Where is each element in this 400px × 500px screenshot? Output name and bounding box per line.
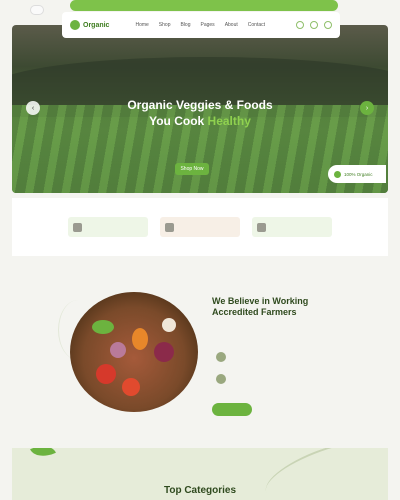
logo-icon (70, 20, 80, 30)
nav-item-pages[interactable]: Pages (201, 22, 215, 28)
leaf-icon (334, 170, 341, 178)
hero-title-accent: Healthy (207, 114, 251, 129)
hero-title: Organic Veggies & Foods You Cook Healthy (12, 97, 388, 129)
garlic-shape (162, 318, 176, 332)
announcement-bar (70, 0, 338, 11)
feature-item (160, 217, 240, 237)
hero-banner: Organic Veggies & Foods You Cook Healthy… (12, 25, 388, 193)
gift-icon (165, 222, 174, 232)
corner-icon (30, 5, 44, 15)
badge-icon (216, 352, 226, 362)
tomato-shape (122, 378, 140, 396)
categories-section: Top Categories (12, 448, 388, 500)
onion-shape (110, 342, 126, 358)
categories-title: Top Categories (163, 485, 237, 496)
header-icons (296, 21, 332, 29)
leaf-icon (30, 448, 56, 462)
site-header: Organic Home Shop Blog Pages About Conta… (62, 12, 340, 38)
logo[interactable]: Organic (70, 20, 109, 30)
logo-text: Organic (83, 21, 110, 29)
leaf-shape (92, 320, 114, 334)
hero-title-line1: Organic Veggies & Foods (127, 98, 273, 112)
cart-icon[interactable] (324, 21, 332, 29)
nav-item-shop[interactable]: Shop (159, 22, 171, 28)
organic-badge-text: 100% Organic (344, 171, 373, 177)
badge-icon (216, 374, 226, 384)
nav-item-blog[interactable]: Blog (180, 22, 190, 28)
feature-item (68, 217, 148, 237)
nav-item-about[interactable]: About (225, 22, 238, 28)
main-nav: Home Shop Blog Pages About Contact (135, 22, 265, 28)
truck-icon (73, 222, 82, 232)
about-feature-item (216, 374, 336, 384)
nav-item-home[interactable]: Home (135, 22, 148, 28)
chevron-left-icon[interactable]: ‹ (26, 101, 40, 115)
vegetable-bowl-image (70, 292, 198, 412)
nav-item-contact[interactable]: Contact (248, 22, 265, 28)
feature-strip (12, 198, 388, 256)
beet-shape (154, 342, 174, 362)
chevron-right-icon[interactable]: › (360, 101, 374, 115)
tomato-shape (96, 364, 116, 384)
about-feature-item (216, 352, 336, 362)
user-icon[interactable] (310, 21, 318, 29)
organic-badge: 100% Organic (328, 165, 386, 183)
feature-item (252, 217, 332, 237)
about-title: We Believe in Working Accredited Farmers (212, 296, 309, 317)
search-icon[interactable] (296, 21, 304, 29)
about-button[interactable] (212, 403, 252, 416)
support-icon (257, 222, 266, 232)
carrot-shape (132, 328, 148, 350)
hero-cta-button[interactable]: Shop Now (175, 163, 209, 175)
hero-title-line2: You Cook (149, 114, 205, 129)
